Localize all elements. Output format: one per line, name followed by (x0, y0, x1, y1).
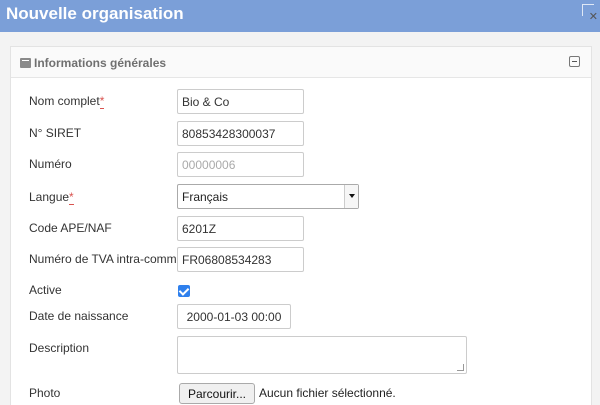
active-checkbox[interactable] (178, 285, 190, 297)
file-status-text: Aucun fichier sélectionné. (259, 386, 396, 400)
panel-title: Informations générales (34, 56, 167, 70)
numero-input[interactable]: 00000006 (177, 152, 304, 177)
code-ape-label: Code APE/NAF (29, 221, 112, 235)
description-textarea[interactable] (177, 336, 467, 374)
numero-label: Numéro (29, 157, 72, 171)
required-mark: * (99, 94, 105, 109)
nom-complet-label: Nom complet* (29, 94, 105, 109)
siret-label: N° SIRET (29, 126, 82, 140)
langue-label: Langue* (29, 190, 74, 205)
description-label: Description (29, 341, 90, 355)
photo-label: Photo (29, 386, 61, 400)
nom-complet-input[interactable]: Bio & Co (177, 89, 304, 114)
close-icon[interactable]: ✕ (589, 10, 598, 23)
form-content: Informations générales Nom complet* Bio … (0, 32, 600, 405)
panel-header[interactable]: Informations générales (11, 47, 591, 78)
general-info-panel: Informations générales Nom complet* Bio … (10, 46, 592, 405)
active-label: Active (29, 283, 62, 297)
window-titlebar: Nouvelle organisation ✕ (0, 0, 600, 32)
langue-select[interactable]: Français (177, 184, 359, 209)
date-naissance-input[interactable]: 2000-01-03 00:00 (177, 304, 291, 329)
chevron-down-icon (344, 185, 358, 208)
code-ape-input[interactable]: 6201Z (177, 216, 304, 241)
window-title: Nouvelle organisation (6, 4, 184, 23)
book-icon (20, 58, 31, 68)
tva-input[interactable]: FR06808534283 (177, 247, 304, 272)
browse-file-button[interactable]: Parcourir... (179, 383, 255, 404)
langue-selected: Français (182, 190, 229, 204)
collapse-icon[interactable] (569, 56, 580, 67)
tva-label: Numéro de TVA intra-comm... (29, 252, 187, 266)
siret-input[interactable]: 80853428300037 (177, 121, 304, 146)
required-mark: * (69, 190, 74, 205)
date-naissance-label: Date de naissance (29, 309, 129, 323)
